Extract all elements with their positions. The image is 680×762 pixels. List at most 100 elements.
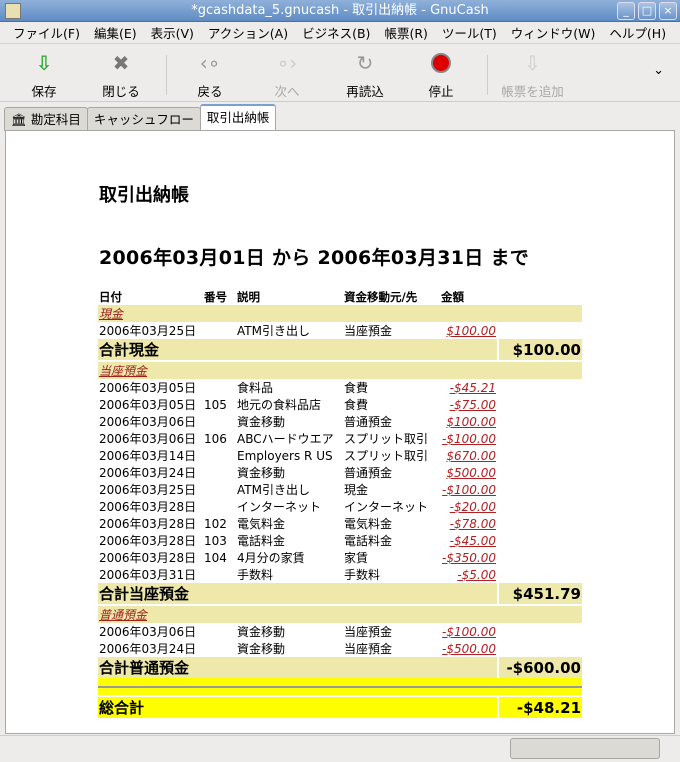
account-link[interactable]: 普通預金 xyxy=(99,608,147,622)
save-label: 保存 xyxy=(31,84,57,99)
table-row: 2006年03月24日 資金移動 普通預金 $500.00 xyxy=(98,464,582,481)
title-bar: *gcashdata_5.gnucash - 取引出納帳 - GnuCash _… xyxy=(0,0,680,22)
amount-cell: -$100.00 xyxy=(440,430,497,447)
account-link[interactable]: 当座預金 xyxy=(99,364,147,378)
account-total-row: 合計当座預金 $451.79 xyxy=(98,583,582,604)
num-cell xyxy=(203,623,236,640)
toolbar-overflow-chevron-icon[interactable]: ⌄ xyxy=(653,63,664,78)
total-value: $451.79 xyxy=(497,583,582,604)
add-report-button[interactable]: ⇩ 帳票を追加 xyxy=(495,51,570,100)
description-cell: 資金移動 xyxy=(237,415,286,429)
back-label: 戻る xyxy=(197,84,223,99)
menu-file[interactable]: ファイル(F) xyxy=(6,23,87,43)
description-cell: インターネット xyxy=(237,500,322,514)
amount-link[interactable]: -$100.00 xyxy=(442,483,496,497)
close-label: 閉じる xyxy=(102,84,140,99)
total-value: $100.00 xyxy=(497,339,582,360)
amount-link[interactable]: -$20.00 xyxy=(450,500,496,514)
amount-cell: -$45.00 xyxy=(440,532,497,549)
transfer-cell: 普通預金 xyxy=(344,415,393,429)
minimize-button[interactable]: _ xyxy=(617,2,635,20)
table-row: 2006年03月06日 資金移動 当座預金 -$100.00 xyxy=(98,623,582,640)
amount-link[interactable]: $100.00 xyxy=(446,415,496,429)
amount-link[interactable]: -$75.00 xyxy=(450,398,496,412)
account-cell: 当座預金 xyxy=(98,362,582,379)
header-row: 日付 番号 説明 資金移動元/先 金額 xyxy=(98,288,582,305)
amount-link[interactable]: -$500.00 xyxy=(442,642,496,656)
blank-cell xyxy=(497,396,582,413)
account-header-row: 当座預金 xyxy=(98,362,582,379)
menu-tools[interactable]: ツール(T) xyxy=(435,23,504,43)
table-row: 2006年03月28日 インターネット インターネット -$20.00 xyxy=(98,498,582,515)
table-row: 2006年03月06日 106 ABCハードウエア スプリット取引 -$100.00 xyxy=(98,430,582,447)
amount-cell: $670.00 xyxy=(440,447,497,464)
num-cell: 103 xyxy=(204,533,227,548)
amount-link[interactable]: -$350.00 xyxy=(442,551,496,565)
num-cell xyxy=(203,322,236,339)
amount-link[interactable]: -$45.00 xyxy=(450,534,496,548)
blank-cell xyxy=(497,623,582,640)
table-row: 2006年03月05日 食料品 食費 -$45.21 xyxy=(98,379,582,396)
maximize-button[interactable]: □ xyxy=(638,2,656,20)
status-bar xyxy=(0,735,680,762)
amount-link[interactable]: -$100.00 xyxy=(442,432,496,446)
amount-link[interactable]: -$78.00 xyxy=(450,517,496,531)
save-icon: ⇩ xyxy=(35,51,53,75)
amount-link[interactable]: -$45.21 xyxy=(450,381,496,395)
separator-cell xyxy=(98,678,582,695)
total-label: 合計現金 xyxy=(98,339,497,360)
amount-link[interactable]: -$100.00 xyxy=(442,625,496,639)
reload-button[interactable]: ↻ 再読込 xyxy=(330,51,400,100)
num-cell xyxy=(203,640,236,657)
menu-actions[interactable]: アクション(A) xyxy=(201,23,295,43)
transfer-cell: インターネット xyxy=(344,500,429,514)
stop-button[interactable]: 停止 xyxy=(406,51,476,100)
forward-button[interactable]: ∘› 次へ xyxy=(252,51,322,100)
close-button[interactable]: ✖ 閉じる xyxy=(86,51,156,100)
description-cell: 資金移動 xyxy=(237,625,286,639)
description-cell: 資金移動 xyxy=(237,642,286,656)
date-cell: 2006年03月25日 xyxy=(99,483,197,497)
menu-edit[interactable]: 編集(E) xyxy=(87,23,144,43)
menu-help[interactable]: ヘルプ(H) xyxy=(602,23,673,43)
blank-cell xyxy=(497,549,582,566)
account-cell: 現金 xyxy=(98,305,582,322)
toolbar: ⇩ 保存 ✖ 閉じる ‹∘ 戻る ∘› 次へ ↻ 再読込 停止 ⇩ 帳票を追加 ⌄ xyxy=(0,45,680,102)
back-arrow-icon: ‹∘ xyxy=(199,51,221,75)
menu-business[interactable]: ビジネス(B) xyxy=(295,23,377,43)
save-button[interactable]: ⇩ 保存 xyxy=(9,51,79,100)
grand-total-label: 総合計 xyxy=(98,695,497,718)
reload-icon: ↻ xyxy=(356,51,374,75)
amount-link[interactable]: $500.00 xyxy=(446,466,496,480)
transfer-cell: 家賃 xyxy=(344,551,369,565)
report-view: 取引出納帳 2006年03月01日 から 2006年03月31日 まで 日付 番号… xyxy=(5,130,675,734)
amount-cell: -$5.00 xyxy=(440,566,497,583)
amount-cell: -$100.00 xyxy=(440,623,497,640)
column-header: 説明 xyxy=(237,289,260,304)
grand-total-separator-row xyxy=(98,678,582,695)
separator-line xyxy=(98,685,582,688)
blank-cell xyxy=(497,430,582,447)
menu-windows[interactable]: ウィンドウ(W) xyxy=(504,23,603,43)
total-value: -$600.00 xyxy=(497,657,582,678)
amount-link[interactable]: $100.00 xyxy=(446,324,496,338)
tab-cash-flow[interactable]: キャッシュフロー xyxy=(86,107,201,131)
amount-cell: -$500.00 xyxy=(440,640,497,657)
menu-reports[interactable]: 帳票(R) xyxy=(377,23,434,43)
close-window-button[interactable]: × xyxy=(659,2,677,20)
tab-transaction-report[interactable]: 取引出納帳 xyxy=(199,104,277,131)
amount-link[interactable]: $670.00 xyxy=(446,449,496,463)
bank-icon: 🏛 xyxy=(11,112,27,127)
tab-accounts[interactable]: 🏛 勘定科目 xyxy=(4,107,88,131)
table-row: 2006年03月06日 資金移動 普通預金 $100.00 xyxy=(98,413,582,430)
account-link[interactable]: 現金 xyxy=(99,307,123,321)
back-button[interactable]: ‹∘ 戻る xyxy=(175,51,245,100)
description-cell: 地元の食料品店 xyxy=(237,398,322,412)
date-cell: 2006年03月28日 xyxy=(99,551,197,565)
blank-cell xyxy=(497,481,582,498)
amount-cell: -$350.00 xyxy=(440,549,497,566)
menu-view[interactable]: 表示(V) xyxy=(144,23,201,43)
amount-link[interactable]: -$5.00 xyxy=(457,568,496,582)
num-cell xyxy=(203,566,236,583)
table-row: 2006年03月28日 103 電話料金 電話料金 -$45.00 xyxy=(98,532,582,549)
